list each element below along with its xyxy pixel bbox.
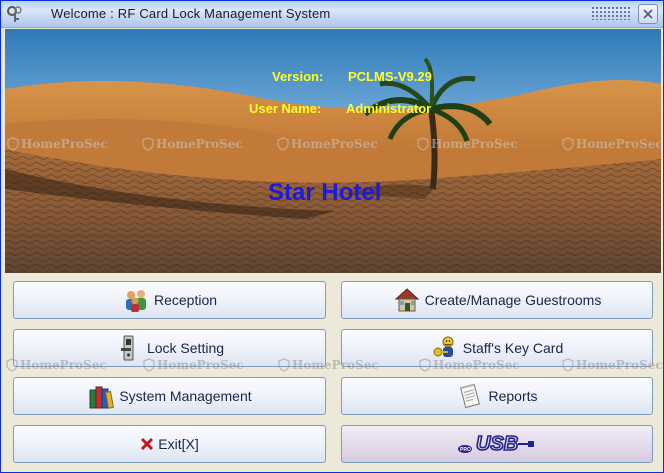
- title-bar[interactable]: Welcome : RF Card Lock Management System: [1, 1, 663, 28]
- close-button[interactable]: [638, 4, 658, 24]
- x-icon: [141, 437, 154, 451]
- shield-icon: [419, 358, 431, 372]
- desert-banner: Version: PCLMS-V9.29 User Name: Administ…: [5, 29, 661, 273]
- title-grip: [591, 6, 631, 20]
- watermark: HomeProSec: [562, 358, 663, 372]
- shield-icon: [7, 137, 19, 151]
- staff-card-label: Staff's Key Card: [462, 340, 564, 356]
- user-name-value: Administrator: [346, 101, 432, 116]
- exit-label: Exit[X]: [158, 436, 199, 452]
- shield-icon: [562, 137, 574, 151]
- system-management-label: System Management: [119, 388, 252, 404]
- shield-icon: [6, 358, 18, 372]
- people-icon: [125, 290, 146, 312]
- door-lock-icon: [120, 335, 134, 361]
- shield-icon: [142, 137, 154, 151]
- shield-icon: [277, 137, 289, 151]
- usb-icon: PRO USB: [458, 432, 534, 456]
- shield-icon: [143, 358, 155, 372]
- books-icon: [89, 386, 115, 409]
- window-title: Welcome : RF Card Lock Management System: [51, 6, 331, 21]
- desert-background: [5, 29, 661, 273]
- close-icon: [643, 9, 653, 19]
- watermark: HomeProSec: [419, 358, 520, 372]
- shield-icon: [417, 137, 429, 151]
- watermark: HomeProSec: [277, 137, 378, 151]
- watermark: HomeProSec: [7, 137, 108, 151]
- user-name-label: User Name:: [249, 101, 322, 116]
- version-value: PCLMS-V9.29: [348, 69, 432, 84]
- watermark: HomeProSec: [278, 358, 379, 372]
- reports-button[interactable]: Reports: [341, 377, 653, 415]
- hotel-name: Star Hotel: [268, 179, 382, 206]
- svg-text:PRO: PRO: [460, 447, 471, 453]
- watermark: HomeProSec: [6, 358, 107, 372]
- house-icon: [394, 288, 419, 312]
- system-management-button[interactable]: System Management: [13, 377, 326, 415]
- svg-text:USB: USB: [476, 433, 518, 455]
- shield-icon: [278, 358, 290, 372]
- lock-setting-label: Lock Setting: [146, 340, 225, 356]
- reception-button[interactable]: Reception: [13, 281, 326, 319]
- guestrooms-button[interactable]: Create/Manage Guestrooms: [341, 281, 653, 319]
- watermark: HomeProSec: [562, 137, 661, 151]
- usb-button[interactable]: PRO USB: [341, 425, 653, 463]
- version-label: Version:: [272, 69, 324, 84]
- main-window: Welcome : RF Card Lock Management System: [0, 0, 664, 473]
- shield-icon: [562, 358, 574, 372]
- watermark: HomeProSec: [142, 137, 243, 151]
- guestrooms-label: Create/Manage Guestrooms: [424, 292, 602, 308]
- key-icon: [7, 6, 22, 22]
- watermark: HomeProSec: [143, 358, 244, 372]
- exit-button[interactable]: Exit[X]: [13, 425, 326, 463]
- notepad-icon: [460, 383, 481, 409]
- reception-label: Reception: [153, 292, 218, 308]
- reports-label: Reports: [488, 388, 538, 404]
- watermark: HomeProSec: [417, 137, 518, 151]
